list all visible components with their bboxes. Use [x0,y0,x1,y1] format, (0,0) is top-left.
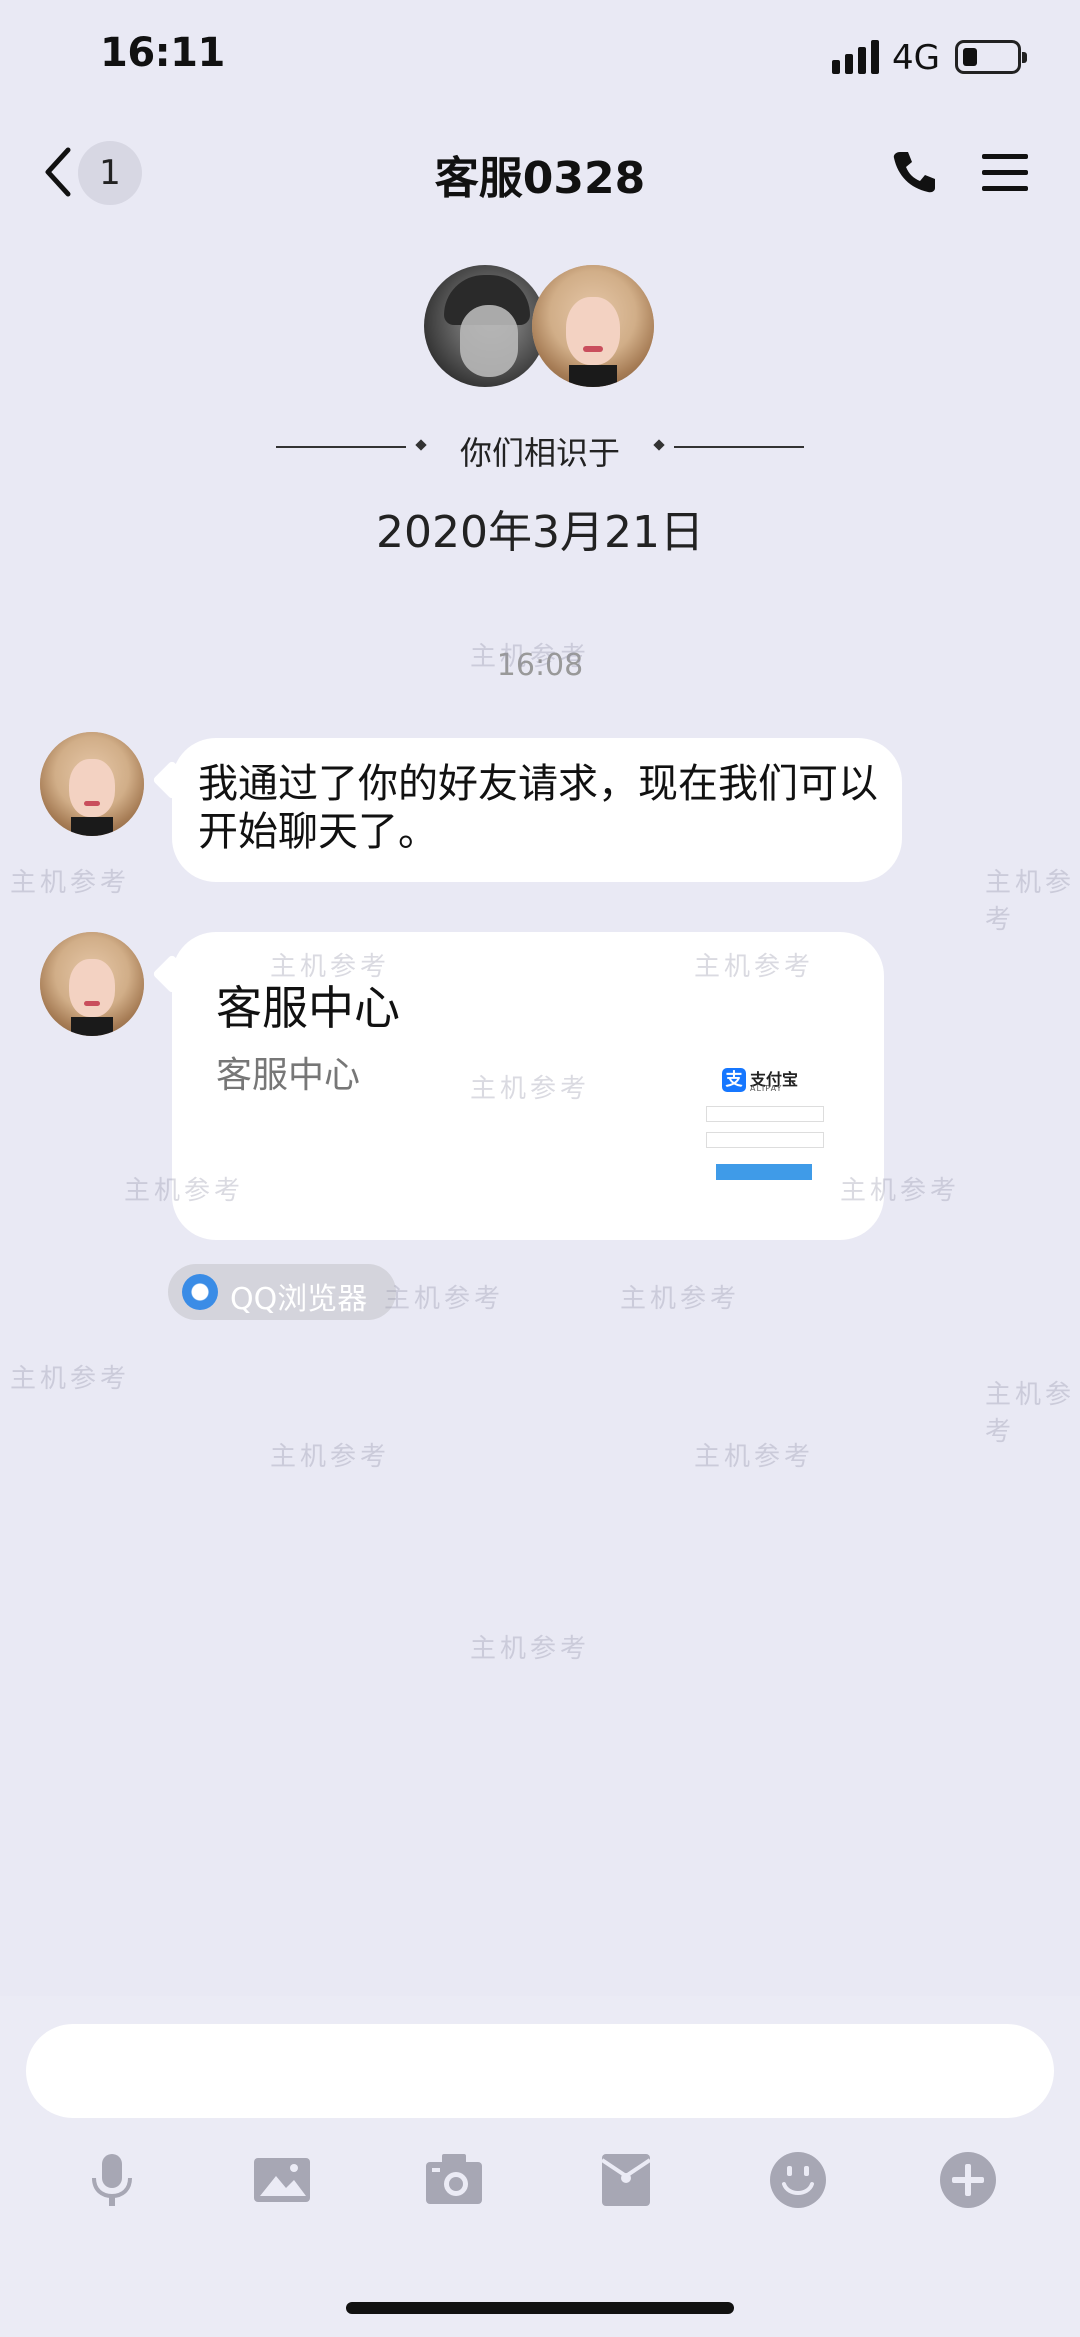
source-label: QQ浏览器 [230,1282,368,1317]
thumb-logo-sub: ALIPAY [750,1084,783,1093]
red-packet-icon[interactable] [596,2150,656,2210]
watermark: 主机参考 [270,1442,391,1472]
microphone-icon[interactable] [82,2150,142,2210]
watermark: 主机参考 [620,1284,741,1314]
battery-icon [955,40,1027,74]
watermark: 主机参考 [10,868,131,898]
my-avatar[interactable] [424,265,546,387]
watermark: 主机参考 [985,868,1076,935]
watermark: 主机参考 [384,1284,505,1314]
message-input[interactable] [26,2024,1054,2118]
contact-avatar[interactable] [40,932,144,1036]
watermark: 主机参考 [470,642,591,672]
met-date: 2020年3月21日 [376,507,704,558]
qq-browser-icon [182,1274,218,1310]
card-thumbnail: 支 支付宝 ALIPAY [700,1060,840,1180]
camera-icon[interactable] [424,2150,484,2210]
watermark: 主机参考 [470,1634,591,1664]
message-text: 我通过了你的好友请求，现在我们可以开始聊天了。 [198,761,878,855]
met-label: 你们相识于 [459,434,620,472]
watermark: 主机参考 [270,952,391,982]
message-bubble[interactable]: 我通过了你的好友请求，现在我们可以开始聊天了。 [152,738,902,882]
contact-avatar[interactable] [40,732,144,836]
card-subtitle: 客服中心 [216,1055,361,1096]
menu-icon[interactable] [980,152,1030,194]
phone-icon[interactable] [890,148,938,196]
signal-icon [832,40,879,74]
met-divider: 你们相识于 [276,424,804,472]
watermark: 主机参考 [694,952,815,982]
watermark: 主机参考 [840,1176,961,1206]
plus-icon[interactable] [938,2150,998,2210]
watermark: 主机参考 [10,1364,131,1394]
watermark: 主机参考 [985,1380,1076,1447]
watermark: 主机参考 [694,1442,815,1472]
source-chip[interactable]: QQ浏览器 [168,1264,396,1320]
image-icon[interactable] [252,2150,312,2210]
network-label: 4G [892,38,940,78]
alipay-logo-icon: 支 [722,1068,746,1092]
watermark: 主机参考 [124,1176,245,1206]
emoji-icon[interactable] [768,2150,828,2210]
home-indicator[interactable] [346,2302,734,2314]
watermark: 主机参考 [470,1074,591,1104]
status-time: 16:11 [100,30,225,76]
contact-avatar[interactable] [532,265,654,387]
